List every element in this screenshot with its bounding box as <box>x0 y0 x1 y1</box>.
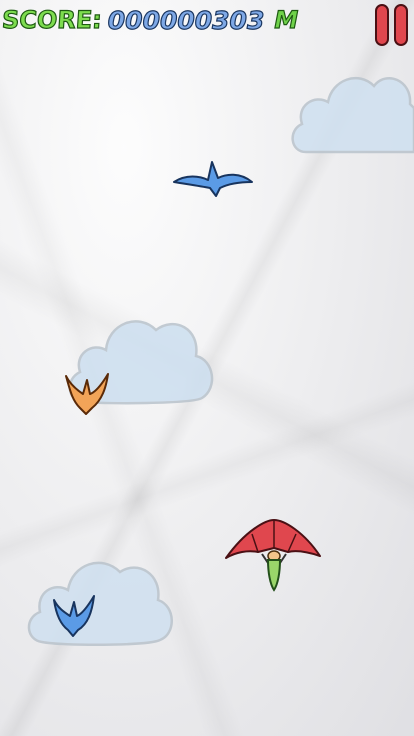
pause-button[interactable] <box>372 2 412 48</box>
score-value: 000000303 <box>107 5 265 35</box>
bird-icon <box>173 161 253 197</box>
cloud-top-right <box>291 76 414 154</box>
blue-bird-icon <box>53 595 95 637</box>
score-display: SCORE: 000000303 M <box>0 0 299 40</box>
hang-glider-icon <box>225 519 321 592</box>
pause-icon <box>375 4 408 46</box>
cloud-bottom-left <box>27 561 173 647</box>
score-label: SCORE: <box>0 5 103 34</box>
orange-bird-icon <box>65 373 109 415</box>
score-unit: M <box>274 5 299 34</box>
